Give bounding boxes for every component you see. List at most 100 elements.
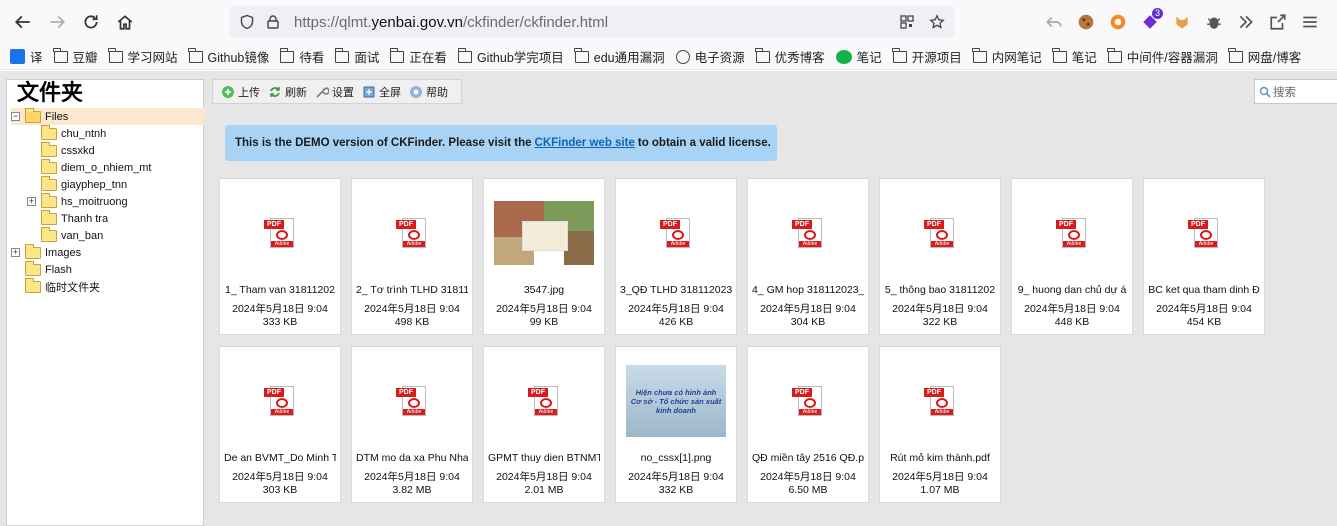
- folder-label: cssxkd: [61, 144, 95, 157]
- bookmark-star-icon[interactable]: [928, 13, 946, 31]
- file-name: 9_ huong dan chủ dự á: [1017, 284, 1127, 296]
- file-tile[interactable]: PDF Adobe DTM mo da xa Phu Nha 2024年5月18日 9…: [351, 346, 473, 503]
- folder-tree-item[interactable]: cssxkd: [27, 141, 95, 159]
- back-button[interactable]: [6, 5, 40, 39]
- bookmark-item[interactable]: 笔记: [1052, 47, 1097, 66]
- bookmark-item[interactable]: 网盘/博客: [1228, 47, 1302, 66]
- file-thumbnail: Hiện chưa có hình ảnh Cơ sở - Tổ chức sản…: [616, 361, 736, 441]
- bookmark-item[interactable]: 豆瓣: [53, 47, 98, 66]
- fox-extension-icon[interactable]: [1168, 5, 1196, 39]
- share-icon[interactable]: [1264, 5, 1292, 39]
- file-size: 332 KB: [658, 484, 694, 496]
- url-bar[interactable]: https://qlmt.yenbai.gov.vn/ckfinder/ckfi…: [230, 6, 954, 38]
- upload-button[interactable]: 上传: [221, 84, 260, 100]
- home-icon: [117, 15, 133, 30]
- expand-icon[interactable]: +: [11, 248, 20, 257]
- file-thumbnail: PDF Adobe: [748, 361, 868, 441]
- collapse-icon[interactable]: −: [11, 112, 20, 121]
- bookmark-item[interactable]: 正在看: [390, 47, 447, 66]
- file-tile[interactable]: 3547.jpg 2024年5月18日 9:04 99 KB: [483, 178, 605, 335]
- banner-text-before: This is the DEMO version of CKFinder. Pl…: [235, 137, 532, 149]
- folder-icon: [25, 107, 41, 123]
- bookmark-item[interactable]: 内网笔记: [972, 47, 1042, 66]
- folder-tree-item[interactable]: giayphep_tnn: [27, 175, 127, 193]
- folder-tree-item[interactable]: Flash: [11, 260, 72, 278]
- home-button[interactable]: [108, 5, 142, 39]
- settings-label: 设置: [332, 86, 354, 99]
- bookmark-item[interactable]: 中间件/容器漏洞: [1107, 47, 1218, 66]
- qr-code-icon[interactable]: [898, 13, 916, 31]
- pdf-icon: PDF Adobe: [264, 217, 296, 250]
- folder-tree-item[interactable]: Thanh tra: [27, 209, 108, 227]
- file-tile[interactable]: PDF Adobe 2_ Tơ trình TLHD 31811 2024年5月18日…: [351, 178, 473, 335]
- search-input[interactable]: 搜索: [1254, 79, 1337, 104]
- folder-tree-item[interactable]: + Images: [11, 243, 81, 261]
- bookmark-item[interactable]: 面试: [335, 47, 379, 66]
- file-tile[interactable]: PDF Adobe BC ket qua tham dinh Đ 2024年5月18日…: [1143, 178, 1265, 335]
- bookmark-item[interactable]: 开源项目: [892, 47, 962, 66]
- file-tile[interactable]: PDF Adobe 4_ GM hop 318112023_ 2024年5月18日 9…: [747, 178, 869, 335]
- file-tile[interactable]: PDF Adobe GPMT thuy dien BTNMT 2024年5月18日 9…: [483, 346, 605, 503]
- bookmark-item[interactable]: 电子资源: [675, 47, 745, 66]
- wrench-icon: [315, 85, 329, 99]
- shield-icon[interactable]: [238, 13, 256, 31]
- folder-tree-item[interactable]: van_ban: [27, 226, 103, 244]
- bookmark-label: 开源项目: [911, 51, 962, 65]
- settings-button[interactable]: 设置: [315, 84, 354, 100]
- folder-tree-item[interactable]: diem_o_nhiem_mt: [27, 158, 152, 176]
- demo-license-banner: This is the DEMO version of CKFinder. Pl…: [225, 125, 777, 161]
- file-tile[interactable]: PDF Adobe 1_ Tham van 31811202 2024年5月18日 9…: [219, 178, 341, 335]
- bookmark-item[interactable]: 学习网站: [108, 47, 178, 66]
- file-tile[interactable]: PDF Adobe De an BVMT_Do Minh T 2024年5月18日 9…: [219, 346, 341, 503]
- forward-button[interactable]: [40, 5, 74, 39]
- bookmark-item[interactable]: 优秀博客: [755, 47, 825, 66]
- file-thumbnail: PDF Adobe: [880, 361, 1000, 441]
- chevrons-right-icon[interactable]: [1232, 5, 1260, 39]
- file-tile[interactable]: PDF Adobe 9_ huong dan chủ dự á 2024年5月18日 …: [1011, 178, 1133, 335]
- folder-tree-item[interactable]: 临时文件夹: [11, 277, 100, 295]
- reload-button[interactable]: [74, 5, 108, 39]
- folder-icon: [53, 47, 68, 63]
- folder-tree-item[interactable]: + hs_moitruong: [27, 192, 128, 210]
- menu-icon[interactable]: [1296, 5, 1324, 39]
- file-tile[interactable]: Hiện chưa có hình ảnh Cơ sở - Tổ chức sản…: [615, 346, 737, 503]
- adobe-tag: Adobe: [271, 408, 293, 415]
- file-date: 2024年5月18日 9:04: [760, 471, 856, 483]
- lock-icon[interactable]: [264, 13, 282, 31]
- bookmark-item[interactable]: 笔记: [835, 47, 882, 66]
- refresh-button[interactable]: 刷新: [268, 84, 307, 100]
- orange-extension-icon[interactable]: [1104, 5, 1132, 39]
- bookmark-item[interactable]: 译: [10, 47, 43, 66]
- bookmark-label: 电子资源: [694, 51, 745, 65]
- url-text[interactable]: https://qlmt.yenbai.gov.vn/ckfinder/ckfi…: [294, 14, 608, 31]
- purple-extension-icon[interactable]: 3: [1136, 5, 1164, 39]
- help-button[interactable]: 帮助: [409, 84, 448, 100]
- undo-extension-icon[interactable]: [1040, 5, 1068, 39]
- file-tile[interactable]: PDF Adobe Rút mỏ kim thành.pdf 2024年5月18日 9…: [879, 346, 1001, 503]
- file-tile[interactable]: PDF Adobe QĐ miền tây 2516 QĐ.p 2024年5月18日 …: [747, 346, 869, 503]
- pdf-icon: PDF Adobe: [528, 385, 560, 418]
- bug-extension-icon[interactable]: [1200, 5, 1228, 39]
- adobe-tag: Adobe: [1063, 240, 1085, 247]
- ckfinder-website-link[interactable]: CKFinder web site: [535, 137, 635, 149]
- file-tile[interactable]: PDF Adobe 5_ thông bao 31811202 2024年5月18日 …: [879, 178, 1001, 335]
- file-thumbnail: PDF Adobe: [1012, 193, 1132, 273]
- bookmark-item[interactable]: edu通用漏洞: [574, 47, 665, 66]
- bookmark-item[interactable]: 待看: [279, 47, 324, 66]
- cookie-extension-icon[interactable]: [1072, 5, 1100, 39]
- file-name: DTM mo da xa Phu Nha: [356, 452, 468, 464]
- file-tile[interactable]: PDF Adobe 3_QĐ TLHD 318112023 2024年5月18日 9:…: [615, 178, 737, 335]
- expand-icon[interactable]: +: [27, 197, 36, 206]
- url-prefix: https://qlmt.: [294, 13, 372, 31]
- pdf-tag: PDF: [396, 219, 416, 229]
- folder-tree-item[interactable]: chu_ntnh: [27, 124, 106, 142]
- folder-tree-item[interactable]: − Files: [11, 107, 204, 125]
- bookmark-item[interactable]: Github学完项目: [457, 47, 564, 66]
- fullscreen-button[interactable]: 全屏: [362, 84, 401, 100]
- bookmark-item[interactable]: Github镜像: [188, 47, 269, 66]
- photo-thumbnail: [494, 201, 594, 265]
- folder-label: Files: [45, 110, 69, 123]
- file-thumbnail: PDF Adobe: [220, 193, 340, 273]
- bookmark-label: 正在看: [409, 51, 447, 65]
- bookmark-label: 网盘/博客: [1247, 51, 1302, 65]
